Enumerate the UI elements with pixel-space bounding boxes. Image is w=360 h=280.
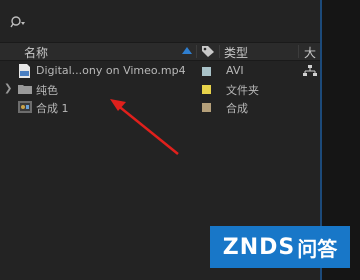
watermark-suffix: 问答 — [297, 236, 338, 261]
watermark-logo: ZNDS 问答 — [210, 226, 350, 268]
watermark-brand: ZNDS — [222, 234, 296, 260]
